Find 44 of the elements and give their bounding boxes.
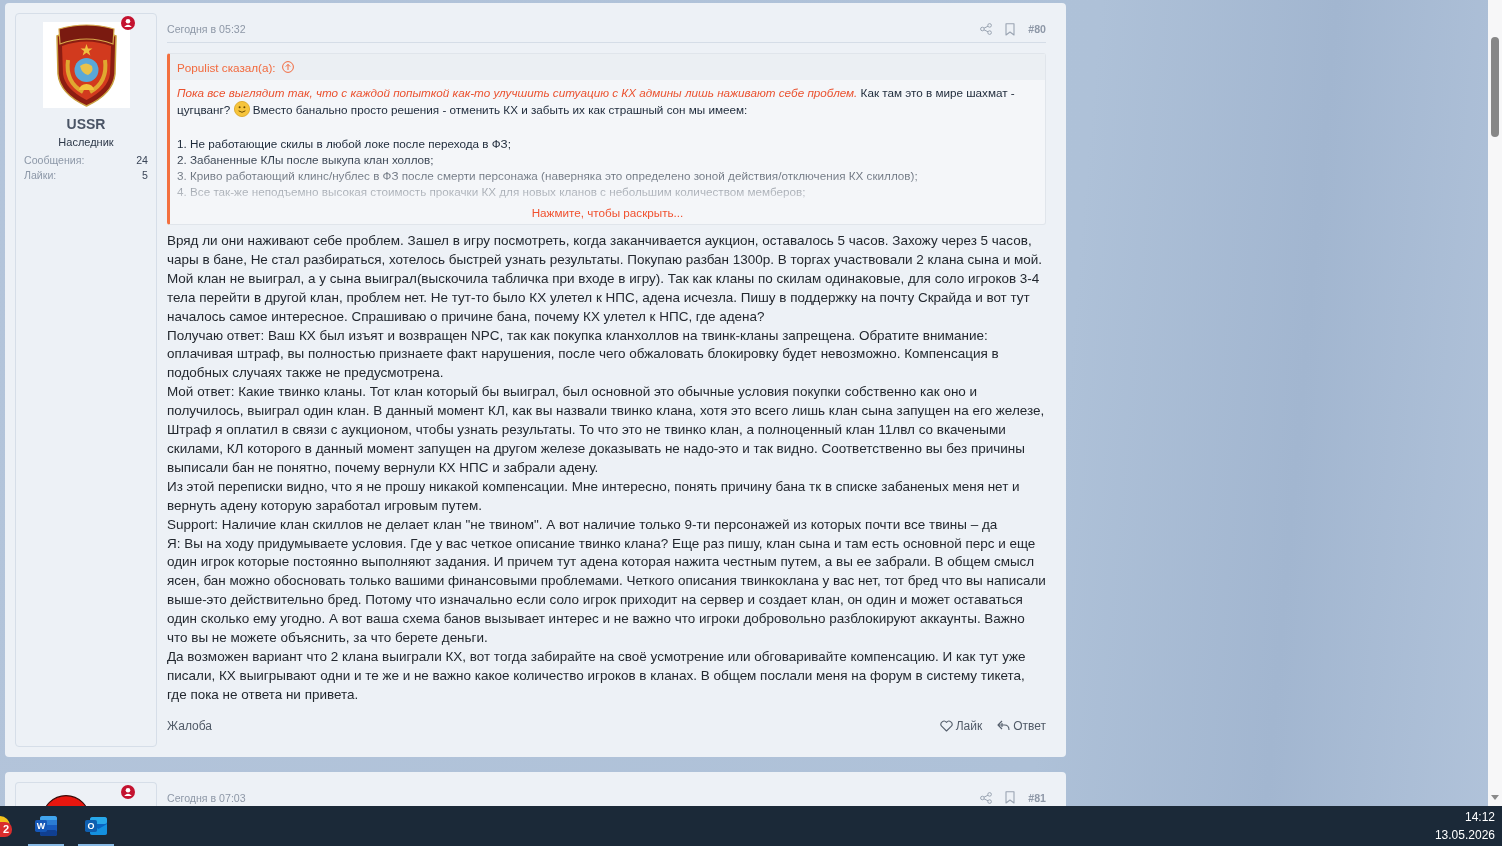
person-icon: [121, 16, 135, 30]
reply-button[interactable]: Ответ: [997, 718, 1046, 733]
arrow-up-circle-icon[interactable]: [281, 61, 294, 73]
post-number[interactable]: #80: [1028, 23, 1046, 35]
share-icon[interactable]: [980, 23, 993, 35]
avatar-emblem-drawing[interactable]: [42, 22, 130, 108]
heart-icon: [939, 719, 953, 732]
quote-author-link[interactable]: Populist сказал(а):: [177, 60, 276, 74]
scrollbar-thumb[interactable]: [1491, 37, 1499, 137]
user-title: Наследник: [58, 135, 114, 149]
share-icon[interactable]: [980, 791, 993, 804]
smiley-emoji-icon: [233, 101, 250, 117]
post-text-paragraph: Support: Наличие клан скиллов не делает клан "не твином". А вот наличие только 9-ти персонажей из которых почти все твины – да: [167, 515, 999, 534]
expand-quote-link[interactable]: Нажмите, чтобы раскрыть...: [531, 206, 684, 219]
like-button[interactable]: Лайк: [939, 718, 983, 733]
quote-list-item: 2. Забаненные КЛы после выкупа клан холлов;: [177, 152, 435, 168]
bookmark-icon[interactable]: [1005, 22, 1016, 36]
post-text-paragraph: Да возможен вариант что 2 клана выиграли КХ, вот тогда забирайте на своё усмотрение или обговаривайте компенсацию. И как тут уже писали, КХ выигрывают одни и те же и не важно какое количество игроков в кланах. В общем послали меня на форум в систему тикета, где пока не ответа ни привета.: [167, 647, 1027, 704]
quote-list-item: 3. Криво работающий клинс/нублес в ФЗ после смерти персонажа (наверняка это определено зоной действия/отключения КХ скиллов);: [177, 168, 919, 184]
username[interactable]: USSR: [66, 115, 106, 133]
post-text-paragraph: Вряд ли они наживают себе проблем. Зашел в игру посмотреть, когда заканчивается аукцион, оставалось 5 часов. Захожу через 5 часов, чары в бане, Не стал разбираться, хотелось быстрей узнать результаты. Покупаю разбан 1300р. В торгах участвовали 2 клана сына и мой. Мой клан не выиграл, а у сына выиграл(выскочила табличка при входе в игру). Так как кланы по скилам одинаковые, для соло игроков 3-4 тела перейти в другой клан, проблем нет. Не тут-то было КХ улетел к НПС, адена исчезла. Пишу в поддержку на почту Скрайда и вот тут началось самое интересное. Спрашиваю о причине бана, почему КХ улетел к НПС, где адена?: [167, 232, 1043, 326]
report-link[interactable]: Жалоба: [167, 718, 212, 733]
post-text-paragraph: Я: Вы на ходу придумываете условия. Где у вас четкое описание твинко клана? Еще раз пишу, клан сына и там есть основной перс и еще один игрок которые постоянно выполняют задания. И причем тут адена которая нажита честным путем, а вы ее забрали. В общем смысл ясен, бан можно обосновать только вашими финансовыми проблемами. Четкого описания твинкоклана у вас нет, тот бред что вы написали выше-это действительно бред. Потому что изначально если соло игрок приходит на сервер и создает клан, он один и может оставаться один сколько ему угодно. А вот ваша схема банов вызывает интерес и не важно что игроки добровольно разблокируют аккаунты. Важно что вы не можете объяснить, за что берете деньги.: [167, 534, 1047, 648]
taskbar-app-button[interactable]: 2: [0, 806, 20, 846]
post-text-paragraph: Получаю ответ: Ваш КХ был изъят и возвращен NPC, так как покупка кланхоллов на твинк-кланы запрещена. Обратите внимание: оплачивая штраф, вы полностью признаете факт нарушения, после чего обжаловать блокировку будет невозможно. Компенсация в подобных случаях также не предусмотрена.: [167, 326, 1000, 383]
bookmark-icon[interactable]: [1005, 791, 1016, 805]
stat-label: Сообщения:: [24, 153, 85, 168]
post-number[interactable]: #81: [1028, 791, 1046, 804]
stat-value: 5: [142, 168, 148, 183]
post-time[interactable]: Сегодня в 07:03: [167, 791, 246, 804]
scrollbar[interactable]: [1488, 0, 1502, 806]
stat-value: 24: [136, 153, 148, 168]
person-icon: [121, 784, 135, 799]
reply-arrow-icon: [997, 720, 1011, 732]
clock-time: 14:12: [1464, 809, 1495, 826]
post-time[interactable]: Сегодня в 05:32: [167, 23, 246, 35]
quote-text: Пока все выглядит так, что с каждой попыткой как-то улучшить ситуацию с КХ админы лишь наживают себе проблем. Как там это в мире шахмат - цугцванг? Вместо банально просто решения - отменить КХ и забыть их как страшный сон мы имеем:: [177, 85, 1016, 118]
post-text-paragraph: Мой ответ: Какие твинко кланы. Тот клан который бы выиграл, был основной это обычные условия покупки собственно как оно и получилось, выиграл один клан. В данный момент КЛ, как вы назвали твинко клана, хотя это всего лишь клан сына запущен на его железе, Штраф я оплатил в связи с аукционом, чтобы узнать результаты. То что это не твинко клан, а полноценный клан 11лвл со вкачеными скилами, КЛ которого в данный момент запущен на другом железе доказывать не надо-это и так видно. Соответственно вы без причины выписали бан не понятно, почему вернули КХ НПС и забрали адену.: [167, 383, 1046, 477]
notification-badge: 2: [0, 822, 12, 837]
post-text-paragraph: Из этой переписки видно, что я не прошу никакой компенсации. Мне интересно, понять причину бана тк в списке забаненых меня нет и вернуть адену которую заработал игровым путем.: [167, 477, 1021, 515]
scroll-down-arrow-icon[interactable]: [1491, 795, 1499, 800]
stat-label: Лайки:: [24, 168, 57, 183]
clock-date: 13.05.2026: [1434, 827, 1495, 844]
quote-list-item: 1. Не работающие скилы в любой локе после перехода в ФЗ;: [177, 136, 512, 152]
